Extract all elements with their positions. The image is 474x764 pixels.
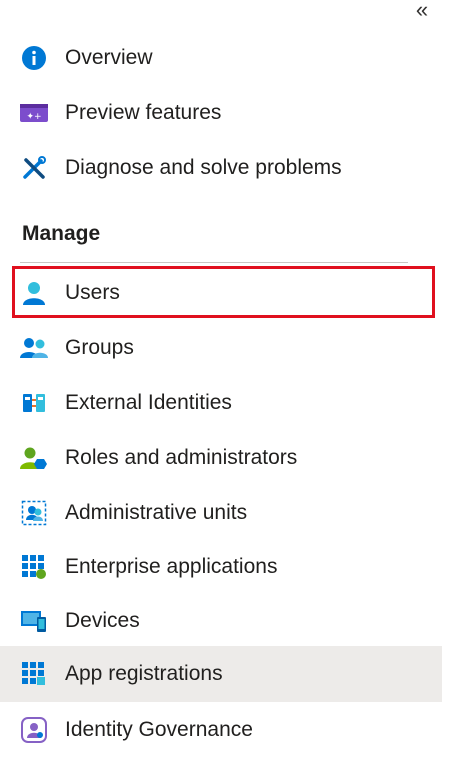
admin-units-icon [20,499,48,527]
nav-item-enterprise-applications[interactable]: Enterprise applications [0,541,442,593]
nav-item-preview-features[interactable]: ✦+ Preview features [0,87,442,139]
wrench-screwdriver-icon [20,154,48,182]
nav-item-users[interactable]: Users [0,267,442,319]
nav-item-roles-administrators[interactable]: Roles and administrators [0,432,442,484]
enterprise-apps-icon [20,553,48,581]
nav-item-label: Enterprise applications [65,555,278,578]
nav-item-label: Identity Governance [65,718,253,741]
nav-item-label: External Identities [65,391,232,414]
divider [20,262,408,263]
user-icon [20,279,48,307]
nav-item-label: Roles and administrators [65,446,298,469]
nav-item-app-registrations[interactable]: App registrations [0,646,442,702]
preview-features-icon: ✦+ [20,99,48,127]
nav-item-devices[interactable]: Devices [0,595,442,647]
nav-item-label: Administrative units [65,501,248,524]
identity-governance-icon [20,716,48,744]
collapse-menu-button[interactable]: « [410,0,434,22]
external-identities-icon [20,389,48,417]
nav-item-label: Users [65,281,120,304]
nav-item-overview[interactable]: Overview [0,32,442,84]
section-header-manage: Manage [22,222,101,245]
nav-item-administrative-units[interactable]: Administrative units [0,487,442,539]
info-icon [20,44,48,72]
nav-item-label: App registrations [65,662,223,685]
devices-icon [20,607,48,635]
nav-item-external-identities[interactable]: External Identities [0,377,442,429]
nav-item-label: Preview features [65,101,222,124]
groups-icon [20,334,48,362]
svg-text:✦+: ✦+ [26,112,41,122]
nav-item-label: Groups [65,336,134,359]
nav-item-groups[interactable]: Groups [0,322,442,374]
nav-item-label: Devices [65,609,140,632]
app-registrations-icon [20,660,48,688]
nav-item-label: Overview [65,46,153,69]
nav-item-identity-governance[interactable]: Identity Governance [0,704,442,756]
roles-icon [20,444,48,472]
nav-item-diagnose[interactable]: Diagnose and solve problems [0,142,442,194]
nav-item-label: Diagnose and solve problems [65,156,342,179]
